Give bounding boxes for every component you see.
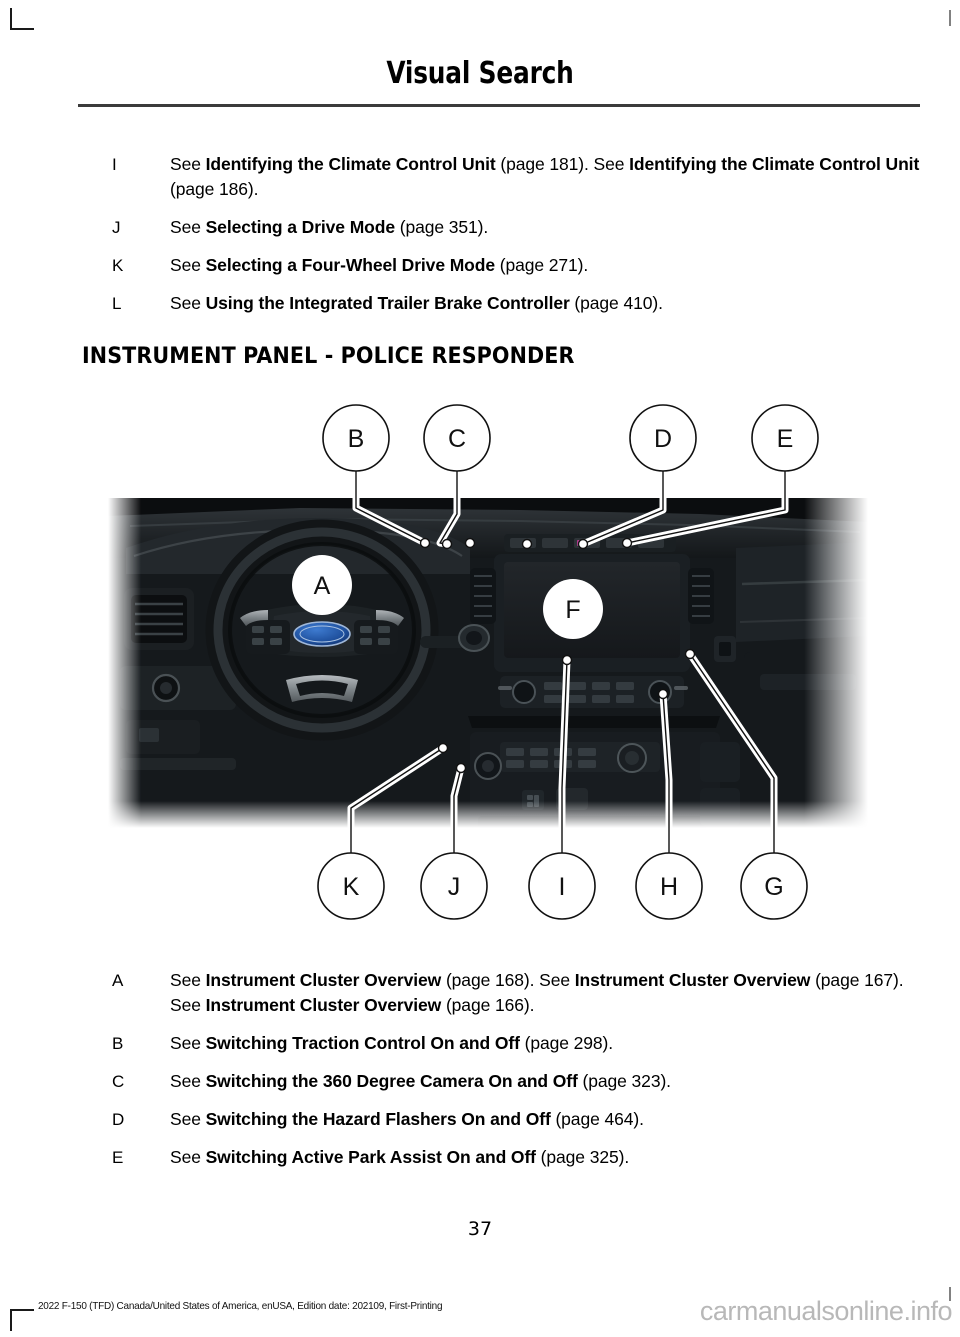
callout-label: B — [348, 425, 365, 453]
reference-topic-link[interactable]: Instrument Cluster Overview — [575, 970, 811, 990]
reference-plain-text: See — [170, 1033, 206, 1053]
reference-row: C See Switching the 360 Degree Camera On … — [112, 1069, 924, 1094]
callout-label: I — [559, 873, 566, 901]
reference-topic-link[interactable]: Selecting a Drive Mode — [206, 217, 395, 237]
reference-plain-text: (page 186). — [170, 179, 259, 199]
edition-line: 2022 F-150 (TFD) Canada/United States of… — [38, 1300, 443, 1312]
reference-topic-link[interactable]: Instrument Cluster Overview — [206, 995, 442, 1015]
reference-plain-text: (page 325). — [535, 1147, 630, 1167]
reference-topic-link[interactable]: Identifying the Climate Control Unit — [206, 154, 496, 174]
callout-a: A — [292, 555, 352, 615]
reference-plain-text: See — [170, 1147, 206, 1167]
dashboard-photo — [108, 498, 868, 828]
reference-text: See Switching the 360 Degree Camera On a… — [170, 1069, 924, 1094]
reference-plain-text: See — [170, 1071, 206, 1091]
callout-label: C — [448, 425, 466, 453]
instrument-panel-figure: A B C D E F G H I J K — [0, 398, 960, 928]
reference-topic-link[interactable]: Switching the Hazard Flashers On and Off — [206, 1109, 551, 1129]
reference-plain-text: (page 181). See — [495, 154, 630, 174]
section-heading: INSTRUMENT PANEL - POLICE RESPONDER — [82, 344, 575, 369]
callout-h: H — [635, 852, 703, 920]
page-number: 37 — [467, 1218, 493, 1240]
reference-letter: A — [112, 971, 124, 990]
reference-plain-text: (page 168). See — [441, 970, 575, 990]
reference-plain-text: See — [170, 255, 206, 275]
callout-k: K — [317, 852, 385, 920]
page-title: Visual Search — [386, 56, 574, 91]
reference-plain-text: See — [170, 293, 206, 313]
reference-plain-text: (page 410). — [569, 293, 663, 313]
callout-e: E — [751, 404, 819, 472]
reference-plain-text: See — [170, 154, 206, 174]
reference-row: D See Switching the Hazard Flashers On an… — [112, 1107, 924, 1132]
reference-text: See Instrument Cluster Overview (page 16… — [170, 968, 924, 1018]
callout-c: C — [423, 404, 491, 472]
callout-b: B — [322, 404, 390, 472]
crop-mark-bottom-left — [10, 1309, 34, 1331]
callout-label: E — [777, 425, 794, 453]
callout-label: G — [764, 873, 783, 901]
reference-letter: J — [112, 218, 121, 237]
callout-d: D — [629, 404, 697, 472]
reference-plain-text: (page 271). — [495, 255, 589, 275]
reference-text: See Switching Active Park Assist On and … — [170, 1145, 924, 1170]
crop-mark-top-right — [947, 10, 951, 26]
callout-label: H — [660, 873, 678, 901]
reference-letter: L — [112, 294, 122, 313]
callout-label: J — [448, 873, 461, 901]
reference-row: A See Instrument Cluster Overview (page 1… — [112, 968, 924, 1018]
reference-plain-text: (page 464). — [550, 1109, 644, 1129]
reference-letter: D — [112, 1110, 125, 1129]
reference-list-top: I See Identifying the Climate Control Uni… — [112, 152, 924, 329]
title-divider — [78, 104, 920, 107]
reference-letter: C — [112, 1072, 125, 1091]
callout-g: G — [740, 852, 808, 920]
reference-text: See Identifying the Climate Control Unit… — [170, 152, 924, 202]
callout-f: F — [543, 579, 603, 639]
reference-topic-link[interactable]: Identifying the Climate Control Unit — [629, 154, 919, 174]
crop-mark-top-left — [10, 8, 34, 30]
reference-topic-link[interactable]: Using the Integrated Trailer Brake Contr… — [206, 293, 570, 313]
reference-topic-link[interactable]: Switching the 360 Degree Camera On and O… — [206, 1071, 578, 1091]
callout-j: J — [420, 852, 488, 920]
reference-plain-text: See — [170, 970, 206, 990]
callout-i: I — [528, 852, 596, 920]
reference-letter: K — [112, 256, 124, 275]
reference-text: See Selecting a Four-Wheel Drive Mode (p… — [170, 253, 924, 278]
reference-topic-link[interactable]: Selecting a Four-Wheel Drive Mode — [206, 255, 495, 275]
reference-topic-link[interactable]: Switching Traction Control On and Off — [206, 1033, 520, 1053]
reference-letter: E — [112, 1148, 124, 1167]
site-watermark: carmanualsonline.info — [699, 1296, 953, 1326]
reference-topic-link[interactable]: Instrument Cluster Overview — [206, 970, 442, 990]
callout-label: K — [343, 873, 360, 901]
reference-list-bottom: A See Instrument Cluster Overview (page 1… — [112, 968, 924, 1183]
reference-row: B See Switching Traction Control On and O… — [112, 1031, 924, 1056]
reference-topic-link[interactable]: Switching Active Park Assist On and Off — [206, 1147, 536, 1167]
reference-plain-text: (page 351). — [395, 217, 489, 237]
reference-row: L See Using the Integrated Trailer Brake … — [112, 291, 924, 316]
reference-row: K See Selecting a Four-Wheel Drive Mode (… — [112, 253, 924, 278]
reference-plain-text: See — [170, 217, 206, 237]
reference-plain-text: (page 166). — [441, 995, 535, 1015]
callout-label: F — [565, 596, 580, 624]
reference-text: See Switching Traction Control On and Of… — [170, 1031, 924, 1056]
reference-plain-text: See — [170, 1109, 206, 1129]
reference-letter: B — [112, 1034, 124, 1053]
callout-label: D — [654, 425, 672, 453]
reference-row: J See Selecting a Drive Mode (page 351). — [112, 215, 924, 240]
reference-text: See Switching the Hazard Flashers On and… — [170, 1107, 924, 1132]
reference-letter: I — [112, 155, 117, 174]
reference-row: E See Switching Active Park Assist On and… — [112, 1145, 924, 1170]
callout-label: A — [314, 572, 331, 600]
reference-plain-text: (page 298). — [519, 1033, 614, 1053]
instrument-panel-diagram: A B C D E F G H I J K — [108, 404, 868, 920]
reference-text: See Selecting a Drive Mode (page 351). — [170, 215, 924, 240]
reference-text: See Using the Integrated Trailer Brake C… — [170, 291, 924, 316]
reference-plain-text: (page 323). — [577, 1071, 672, 1091]
reference-row: I See Identifying the Climate Control Uni… — [112, 152, 924, 202]
